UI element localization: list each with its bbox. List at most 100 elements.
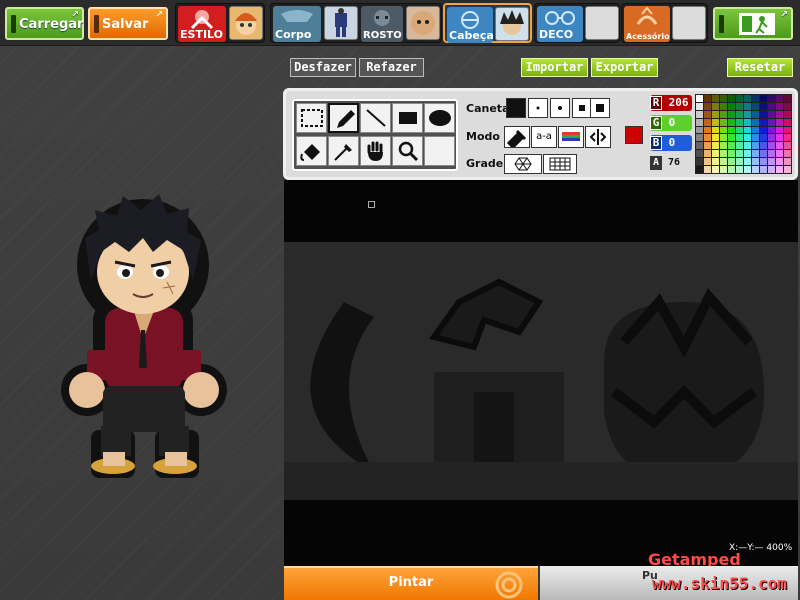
palette-swatch[interactable] [776, 110, 783, 118]
palette-swatch[interactable] [704, 142, 711, 150]
pen-size-3[interactable] [550, 98, 570, 118]
palette-swatch[interactable] [704, 118, 711, 126]
pen-size-2[interactable] [528, 98, 548, 118]
palette-swatch[interactable] [760, 95, 767, 102]
palette-swatch[interactable] [712, 118, 719, 126]
tab-style[interactable]: ESTILO [178, 6, 226, 42]
palette-swatch[interactable] [760, 110, 767, 118]
palette-swatch[interactable] [728, 158, 735, 166]
palette-swatch[interactable] [720, 150, 727, 158]
palette-swatch[interactable] [704, 166, 711, 173]
mode-normal[interactable] [504, 126, 530, 150]
palette-swatch[interactable] [736, 95, 743, 102]
pencil-tool[interactable] [328, 103, 359, 133]
palette-swatch[interactable] [720, 126, 727, 134]
character-preview[interactable] [55, 190, 230, 480]
grid-square-button[interactable] [543, 154, 577, 174]
mode-antialias[interactable]: a-a [531, 126, 557, 148]
palette-swatch[interactable] [696, 166, 703, 173]
palette-swatch[interactable] [696, 102, 703, 110]
palette-swatch[interactable] [712, 142, 719, 150]
palette-swatch[interactable] [744, 126, 751, 134]
palette-swatch[interactable] [784, 166, 791, 173]
palette-swatch[interactable] [784, 102, 791, 110]
mode-blend[interactable] [558, 126, 584, 148]
palette-swatch[interactable] [728, 110, 735, 118]
palette-swatch[interactable] [768, 166, 775, 173]
palette-swatch[interactable] [704, 102, 711, 110]
palette-swatch[interactable] [776, 166, 783, 173]
palette-swatch[interactable] [720, 118, 727, 126]
palette-swatch[interactable] [768, 158, 775, 166]
palette-swatch[interactable] [752, 166, 759, 173]
palette-swatch[interactable] [784, 118, 791, 126]
palette-swatch[interactable] [728, 150, 735, 158]
load-button[interactable]: Carregar ↗ [5, 7, 84, 40]
alpha-channel[interactable]: A 76 [650, 155, 692, 171]
palette-swatch[interactable] [720, 142, 727, 150]
palette-swatch[interactable] [784, 110, 791, 118]
palette-swatch[interactable] [776, 118, 783, 126]
eyedropper-tool[interactable] [328, 136, 359, 166]
palette-swatch[interactable] [696, 142, 703, 150]
fill-tool[interactable] [296, 136, 327, 166]
palette-swatch[interactable] [712, 150, 719, 158]
palette-swatch[interactable] [736, 158, 743, 166]
tab-body[interactable]: Corpo [273, 6, 321, 42]
red-channel[interactable]: R 206 [650, 95, 692, 111]
palette-swatch[interactable] [744, 134, 751, 142]
palette-swatch[interactable] [704, 158, 711, 166]
palette-swatch[interactable] [696, 150, 703, 158]
palette-swatch[interactable] [760, 126, 767, 134]
palette-swatch[interactable] [744, 118, 751, 126]
palette-swatch[interactable] [728, 95, 735, 102]
palette-swatch[interactable] [720, 95, 727, 102]
palette-swatch[interactable] [768, 126, 775, 134]
palette-swatch[interactable] [704, 150, 711, 158]
palette-swatch[interactable] [720, 102, 727, 110]
palette-swatch[interactable] [720, 166, 727, 173]
body-thumbnail[interactable] [324, 6, 358, 40]
tab-face[interactable]: ROSTO [361, 6, 403, 42]
reset-button[interactable]: Resetar [727, 58, 793, 77]
palette-swatch[interactable] [736, 110, 743, 118]
palette-swatch[interactable] [704, 110, 711, 118]
palette-swatch[interactable] [768, 95, 775, 102]
palette-swatch[interactable] [768, 102, 775, 110]
palette-swatch[interactable] [696, 118, 703, 126]
pen-size-1[interactable] [506, 98, 526, 118]
palette-swatch[interactable] [768, 134, 775, 142]
palette-swatch[interactable] [736, 142, 743, 150]
palette-swatch[interactable] [752, 142, 759, 150]
palette-swatch[interactable] [768, 150, 775, 158]
tab-head[interactable]: Cabeça [447, 7, 493, 43]
palette-swatch[interactable] [696, 158, 703, 166]
face-thumbnail[interactable] [406, 6, 440, 40]
palette-swatch[interactable] [720, 110, 727, 118]
line-tool[interactable] [360, 103, 391, 133]
palette-swatch[interactable] [776, 134, 783, 142]
palette-swatch[interactable] [784, 158, 791, 166]
palette-swatch[interactable] [752, 134, 759, 142]
ellipse-tool[interactable] [424, 103, 455, 133]
palette-swatch[interactable] [768, 142, 775, 150]
import-button[interactable]: Importar [521, 58, 588, 77]
palette-swatch[interactable] [712, 110, 719, 118]
pen-size-4[interactable] [572, 98, 592, 118]
color-palette[interactable] [695, 94, 792, 174]
palette-swatch[interactable] [744, 150, 751, 158]
palette-swatch[interactable] [784, 126, 791, 134]
palette-swatch[interactable] [704, 134, 711, 142]
palette-swatch[interactable] [696, 126, 703, 134]
palette-swatch[interactable] [728, 126, 735, 134]
palette-swatch[interactable] [776, 142, 783, 150]
palette-swatch[interactable] [760, 118, 767, 126]
palette-swatch[interactable] [752, 150, 759, 158]
palette-swatch[interactable] [736, 150, 743, 158]
exit-button[interactable]: ↗ [713, 7, 793, 40]
palette-swatch[interactable] [712, 95, 719, 102]
palette-swatch[interactable] [768, 118, 775, 126]
palette-swatch[interactable] [696, 110, 703, 118]
current-color-swatch[interactable] [625, 126, 643, 144]
mode-mirror[interactable] [585, 126, 611, 148]
